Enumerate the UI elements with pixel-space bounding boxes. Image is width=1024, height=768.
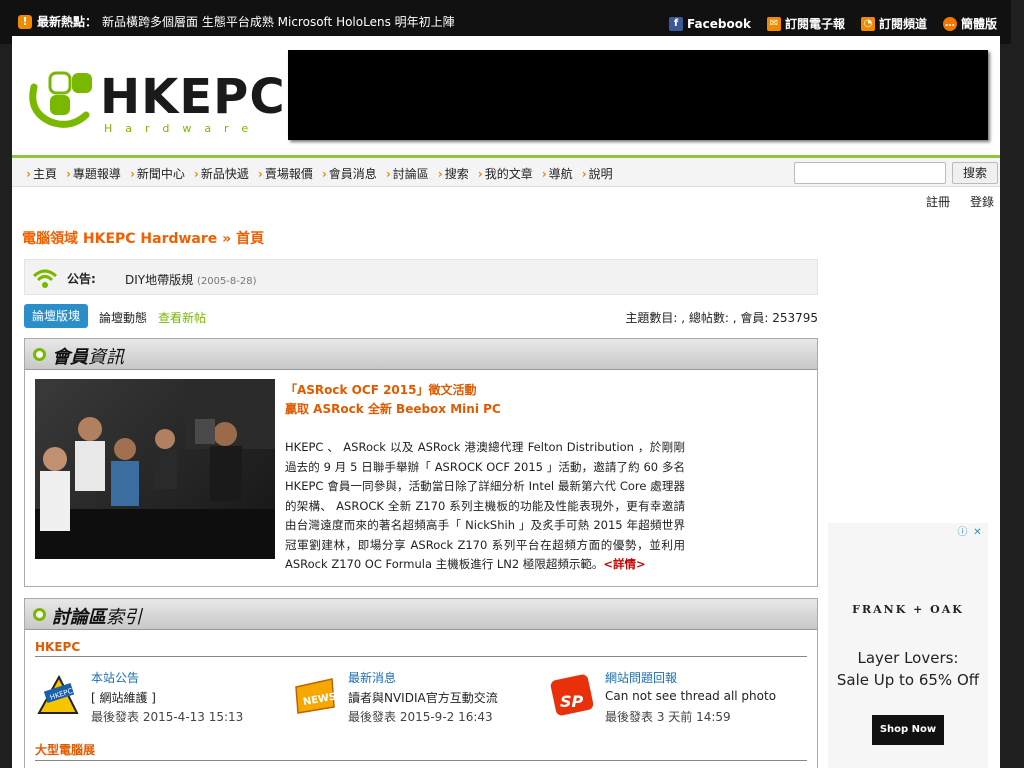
ad-close-icon[interactable]: ✕ xyxy=(971,526,984,539)
logo-wordmark: HKEPC xyxy=(100,69,286,125)
news-board-icon: NEWS xyxy=(295,678,337,714)
headline-line-1: 「ASRock OCF 2015」徵文活動 xyxy=(285,383,477,397)
search-button[interactable]: 搜索 xyxy=(952,162,998,184)
logo-subtitle: Hardware xyxy=(104,122,262,135)
announcement-board-icon: HKEPC xyxy=(37,674,79,714)
member-panel-title: 會員資訊 xyxy=(52,343,124,369)
forum-item[interactable]: HKEPC 本站公告 [ 網站維護 ] 最後發表 2015-4-13 15:13 xyxy=(35,669,275,729)
member-title-rest: 資訊 xyxy=(88,347,124,368)
announcement-date: (2005-8-28) xyxy=(196,276,257,287)
forum-title-rest: 索引 xyxy=(106,607,142,628)
hot-text[interactable]: 新品橫跨多個層面 生態平台成熟 Microsoft HoloLens 明年初上陣 xyxy=(102,13,455,30)
subscribe-news-label: 訂閱電子報 xyxy=(784,17,845,31)
facebook-link[interactable]: f Facebook xyxy=(669,15,751,32)
forum-index-panel: 討論區索引 HKEPC HKEPC 本站公告 [ 網站維護 ] 最後發表 201… xyxy=(24,598,818,768)
subscribe-news-link[interactable]: ✉ 訂閱電子報 xyxy=(766,15,845,32)
nav-item-news[interactable]: 新聞中心 xyxy=(130,165,185,182)
side-ad[interactable]: ⓘ ✕ FRANK + OAK Layer Lovers: Sale Up to… xyxy=(828,523,988,768)
ad-banner[interactable] xyxy=(288,50,988,140)
tab-forum-activity[interactable]: 論壇動態 xyxy=(99,309,147,326)
auth-links: 註冊 登錄 xyxy=(926,193,994,210)
section-computer-expo[interactable]: 大型電腦展 xyxy=(35,741,807,761)
nav-item-features[interactable]: 專題報導 xyxy=(66,165,121,182)
ad-headline: Layer Lovers: Sale Up to 65% Off xyxy=(828,647,988,691)
nav-item-help[interactable]: 說明 xyxy=(582,165,613,182)
breadcrumb[interactable]: 電腦領域 HKEPC Hardware » 首頁 xyxy=(22,228,264,248)
facebook-icon: f xyxy=(669,16,684,31)
target-icon xyxy=(33,608,46,621)
forum-last-post[interactable]: [ 網站維護 ] xyxy=(91,689,156,706)
nav-item-member-news[interactable]: 會員消息 xyxy=(322,165,377,182)
target-icon xyxy=(33,348,46,361)
shop-now-button[interactable]: Shop Now xyxy=(872,715,944,745)
main-nav: 主頁 專題報導 新聞中心 新品快遞 賣場報價 會員消息 討論區 搜索 我的文章 … xyxy=(12,155,1000,187)
announcement-text: DIY地帶版規 xyxy=(125,273,194,287)
forum-panel-title: 討論區索引 xyxy=(52,603,142,629)
site-logo[interactable]: HKEPC Hardware xyxy=(26,67,285,137)
login-link[interactable]: 登錄 xyxy=(970,193,994,210)
nav-item-forum[interactable]: 討論區 xyxy=(386,165,429,182)
nav-item-prices[interactable]: 賣場報價 xyxy=(258,165,313,182)
article-text: HKEPC 、 ASRock 以及 ASRock 港澳總代理 Felton Di… xyxy=(285,440,685,571)
nav-item-home[interactable]: 主頁 xyxy=(26,165,57,182)
forum-title-bold: 討論區 xyxy=(52,607,106,628)
tab-forum-boards[interactable]: 論壇版塊 xyxy=(24,304,89,328)
forum-last-post[interactable]: 讀者與NVIDIA官方互動交流 xyxy=(348,689,498,706)
forum-last-post[interactable]: Can not see thread all photo xyxy=(605,689,776,703)
forum-item[interactable]: SP 網站問題回報 Can not see thread all photo 最… xyxy=(549,669,789,729)
feedback-board-icon-text: SP xyxy=(560,692,584,711)
hot-news[interactable]: ! 最新熱點： 新品橫跨多個層面 生態平台成熟 Microsoft HoloLe… xyxy=(18,13,455,30)
nav-item-my-posts[interactable]: 我的文章 xyxy=(478,165,533,182)
event-photo[interactable] xyxy=(35,379,275,559)
section-hkepc[interactable]: HKEPC xyxy=(35,640,807,657)
forum-panel-header: 討論區索引 xyxy=(25,599,817,630)
feedback-board-icon: SP xyxy=(550,674,594,716)
details-link[interactable]: <詳情> xyxy=(603,557,645,571)
mail-icon: ✉ xyxy=(766,16,781,31)
ad-brand: FRANK + OAK xyxy=(852,603,964,616)
forum-tabs: 論壇版塊 論壇動態 查看新帖 主題數目: , 總帖數: , 會員: 253795 xyxy=(24,304,818,328)
forum-name[interactable]: 本站公告 xyxy=(91,669,139,686)
nav-item-new-products[interactable]: 新品快遞 xyxy=(194,165,249,182)
forum-name[interactable]: 網站問題回報 xyxy=(605,669,677,686)
ad-headline-1: Layer Lovers: xyxy=(857,649,959,667)
member-article-body: HKEPC 、 ASRock 以及 ASRock 港澳總代理 Felton Di… xyxy=(285,438,685,575)
facebook-label: Facebook xyxy=(687,16,751,31)
nav-item-search[interactable]: 搜索 xyxy=(438,165,469,182)
member-headline[interactable]: 「ASRock OCF 2015」徵文活動 贏取 ASRock 全新 Beebo… xyxy=(285,381,501,419)
top-links: f Facebook ✉ 訂閱電子報 ◔ 訂閱頻道 … 簡體版 xyxy=(669,15,997,32)
tab-new-posts[interactable]: 查看新帖 xyxy=(158,309,206,326)
register-link[interactable]: 註冊 xyxy=(926,193,950,210)
alert-icon: ! xyxy=(18,14,32,29)
forum-last-time: 最後發表 2015-4-13 15:13 xyxy=(91,710,244,724)
logo-mark-icon xyxy=(29,71,92,128)
forum-name[interactable]: 最新消息 xyxy=(348,669,396,686)
rss-icon: ◔ xyxy=(860,16,875,31)
event-photo-image xyxy=(35,379,275,559)
announcement-link[interactable]: DIY地帶版規 (2005-8-28) xyxy=(125,271,257,288)
headline-line-2: 贏取 ASRock 全新 Beebox Mini PC xyxy=(285,402,501,416)
member-info-panel: 會員資訊 「ASRock OCF 2015」徵文活動 贏取 ASRock 全新 … xyxy=(24,338,818,587)
broadcast-icon xyxy=(32,269,58,288)
subscribe-channel-link[interactable]: ◔ 訂閱頻道 xyxy=(860,15,927,32)
forum-item[interactable]: NEWS 最新消息 讀者與NVIDIA官方互動交流 最後發表 2015-9-2 … xyxy=(292,669,532,729)
forum-stats: 主題數目: , 總帖數: , 會員: 253795 xyxy=(625,311,818,325)
nav-item-navigation[interactable]: 導航 xyxy=(542,165,573,182)
subscribe-channel-label: 訂閱頻道 xyxy=(878,17,927,31)
ad-controls: ⓘ ✕ xyxy=(956,526,984,539)
simplified-link[interactable]: … 簡體版 xyxy=(942,15,997,32)
nav-items: 主頁 專題報導 新聞中心 新品快遞 賣場報價 會員消息 討論區 搜索 我的文章 … xyxy=(26,165,622,182)
simplified-label: 簡體版 xyxy=(960,17,997,31)
hot-label: 最新熱點： xyxy=(37,15,98,29)
forum-last-time: 最後發表 3 天前 14:59 xyxy=(605,710,731,724)
member-panel-header: 會員資訊 xyxy=(25,339,817,370)
forum-last-time: 最後發表 2015-9-2 16:43 xyxy=(348,710,493,724)
chat-icon: … xyxy=(942,16,957,31)
announcement-bar: 公告: DIY地帶版規 (2005-8-28) xyxy=(24,259,818,295)
search-input[interactable] xyxy=(794,162,946,184)
member-title-bold: 會員 xyxy=(52,347,88,368)
announcement-label: 公告: xyxy=(67,272,96,286)
ad-info-icon[interactable]: ⓘ xyxy=(956,526,969,539)
ad-headline-2: Sale Up to 65% Off xyxy=(836,671,980,689)
